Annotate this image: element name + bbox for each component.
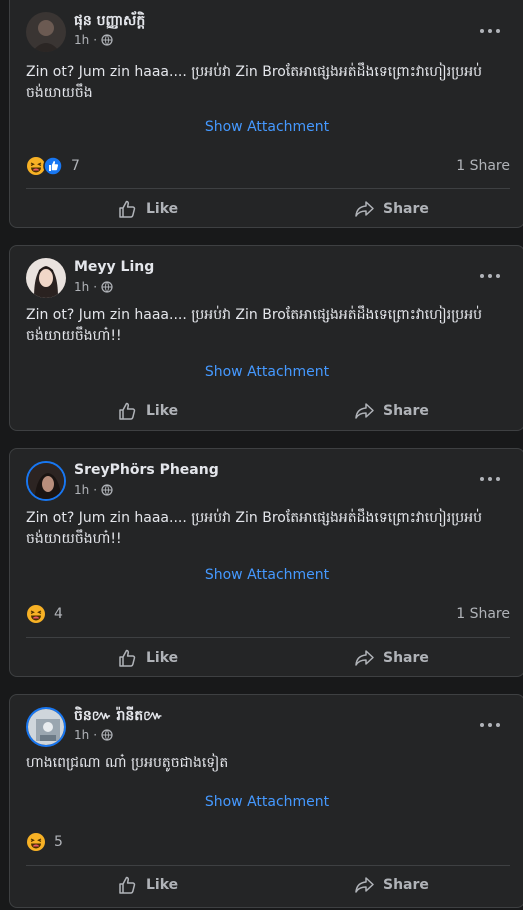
like-button[interactable]: Like: [118, 401, 178, 421]
globe-icon: [101, 484, 113, 496]
like-button[interactable]: Like: [118, 648, 178, 668]
share-label: Share: [383, 877, 429, 893]
like-label: Like: [146, 403, 179, 419]
like-label: Like: [146, 201, 179, 217]
share-count[interactable]: 1 Share: [456, 606, 510, 622]
like-button[interactable]: Like: [118, 199, 178, 219]
thumbs-up-icon: [119, 876, 136, 894]
author-name[interactable]: ចិន៚ រ៉ានីត៚: [74, 706, 163, 727]
post-card: ផុន បញ្ញាស័ក្តិ 1h · Zin ot? Jum zin haaa…: [9, 0, 523, 228]
post-text: ហាងពេជ្រណា ណា៎ ប្រអបតូចជាងទៀត: [26, 755, 229, 771]
post-card: SreyPhörs Pheang 1h · Zin ot? Jum zin haa…: [9, 448, 523, 677]
globe-icon: [101, 281, 113, 293]
post-time[interactable]: 1h: [74, 33, 89, 47]
post-text: Zin ot? Jum zin haaa.... ប្រអប់វា Zin Br…: [26, 64, 482, 101]
post-text: Zin ot? Jum zin haaa.... ប្រអប់វា Zin Br…: [26, 510, 482, 547]
reaction-count: 5: [54, 834, 63, 850]
show-attachment-link[interactable]: Show Attachment: [10, 794, 523, 810]
author-name[interactable]: ផុន បញ្ញាស័ក្តិ: [74, 11, 145, 32]
thumbs-up-icon: [119, 649, 136, 667]
reaction-count: 7: [71, 158, 80, 174]
like-label: Like: [146, 877, 179, 893]
share-button[interactable]: Share: [355, 199, 429, 219]
avatar[interactable]: [26, 12, 66, 52]
thumbs-up-icon: [119, 200, 136, 218]
thumbs-up-icon: [119, 402, 136, 420]
show-attachment-link[interactable]: Show Attachment: [10, 567, 523, 583]
globe-icon: [101, 34, 113, 46]
more-options-icon[interactable]: [480, 721, 500, 729]
share-arrow-icon: [355, 201, 374, 217]
like-reaction-icon: [43, 156, 63, 176]
share-button[interactable]: Share: [355, 401, 429, 421]
reaction-summary[interactable]: 5: [26, 832, 63, 852]
avatar[interactable]: [26, 258, 66, 298]
more-options-icon[interactable]: [480, 475, 500, 483]
avatar[interactable]: [26, 707, 66, 747]
share-label: Share: [383, 403, 429, 419]
share-button[interactable]: Share: [355, 648, 429, 668]
reaction-summary[interactable]: 4: [26, 604, 63, 624]
reaction-count: 4: [54, 606, 63, 622]
show-attachment-link[interactable]: Show Attachment: [10, 364, 523, 380]
more-options-icon[interactable]: [480, 272, 500, 280]
reaction-summary[interactable]: 7: [26, 156, 80, 176]
like-label: Like: [146, 650, 179, 666]
share-count[interactable]: 1 Share: [456, 158, 510, 174]
post-time[interactable]: 1h: [74, 280, 89, 294]
divider: [26, 188, 510, 189]
haha-reaction-icon: [27, 605, 45, 623]
post-meta: 1h ·: [74, 280, 113, 294]
post-text: Zin ot? Jum zin haaa.... ប្រអប់វា Zin Br…: [26, 307, 482, 344]
more-options-icon[interactable]: [480, 27, 500, 35]
avatar[interactable]: [26, 461, 66, 501]
show-attachment-link[interactable]: Show Attachment: [10, 119, 523, 135]
share-label: Share: [383, 201, 429, 217]
globe-icon: [101, 729, 113, 741]
post-meta: 1h ·: [74, 33, 113, 47]
author-name[interactable]: SreyPhörs Pheang: [74, 462, 219, 478]
share-arrow-icon: [355, 650, 374, 666]
share-label: Share: [383, 650, 429, 666]
divider: [26, 865, 510, 866]
share-arrow-icon: [355, 403, 374, 419]
author-name[interactable]: Meyy Ling: [74, 259, 154, 275]
post-card: ចិន៚ រ៉ានីត៚ 1h · ហាងពេជ្រណា ណា៎ ប្រអបតូច…: [9, 694, 523, 908]
post-card: Meyy Ling 1h · Zin ot? Jum zin haaa.... ប…: [9, 245, 523, 431]
share-button[interactable]: Share: [355, 875, 429, 895]
post-meta: 1h ·: [74, 728, 113, 742]
post-time[interactable]: 1h: [74, 728, 89, 742]
share-arrow-icon: [355, 877, 374, 893]
haha-reaction-icon: [27, 833, 45, 851]
divider: [26, 637, 510, 638]
post-time[interactable]: 1h: [74, 483, 89, 497]
like-button[interactable]: Like: [118, 875, 178, 895]
post-meta: 1h ·: [74, 483, 113, 497]
